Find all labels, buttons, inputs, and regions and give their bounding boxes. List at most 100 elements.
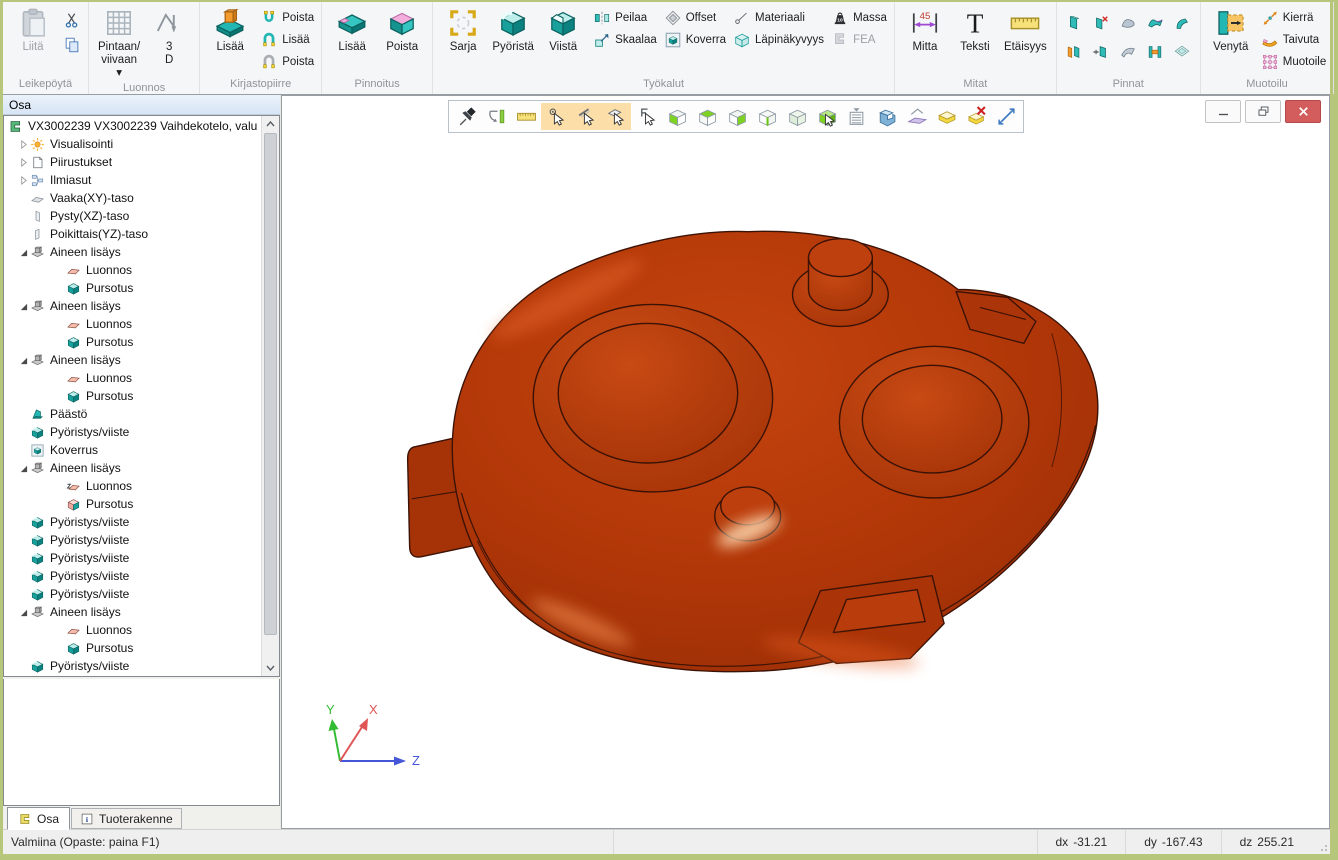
ribbon-surf-dome-button[interactable] (1116, 10, 1141, 37)
tree-item-luonnos[interactable]: Luonnos (4, 477, 262, 495)
tree-item-aineen-lisäys[interactable]: Aineen lisäys (4, 603, 262, 621)
ribbon-materiaali-button[interactable]: Materiaali (731, 8, 826, 27)
viewport-tool-cube-right-button[interactable] (721, 103, 751, 130)
ribbon-surf-move-button[interactable] (1089, 39, 1114, 66)
tree-item-vx3002239-vx3002239-vaihdekotelo-valu[interactable]: VX3002239 VX3002239 Vaihdekotelo, valu (4, 117, 262, 135)
ribbon-surf-elbow-button[interactable] (1170, 10, 1195, 37)
viewport-tool-pin-button[interactable] (451, 103, 481, 130)
tree-item-aineen-lisäys[interactable]: Aineen lisäys (4, 243, 262, 261)
tree-item-luonnos[interactable]: Luonnos (4, 369, 262, 387)
ribbon-poista-button[interactable]: Poista (258, 52, 316, 71)
ribbon-3-d-button[interactable]: 3 D (144, 4, 194, 67)
ribbon-surf-sheet-button[interactable] (1170, 39, 1195, 66)
viewport-tool-tray-delete-button[interactable] (961, 103, 991, 130)
tree-expander-expanded[interactable] (16, 302, 30, 311)
tree-item-luonnos[interactable]: Luonnos (4, 621, 262, 639)
tree-item-pursotus[interactable]: Pursotus (4, 279, 262, 297)
viewport-tool-measure-button[interactable] (511, 103, 541, 130)
tree-item-pyöristys-viiste[interactable]: Pyöristys/viiste (4, 513, 262, 531)
tree-expander-expanded[interactable] (16, 248, 30, 257)
tree-item-visualisointi[interactable]: Visualisointi (4, 135, 262, 153)
ribbon-lisää-button[interactable]: Lisää (327, 4, 377, 54)
tree-item-vaaka-xy-taso[interactable]: Vaaka(XY)-taso (4, 189, 262, 207)
close-button[interactable] (1285, 100, 1321, 123)
ribbon-kierrä-button[interactable]: Kierrä (1259, 8, 1328, 27)
viewport-tool-fit-button[interactable] (991, 103, 1021, 130)
tree-item-pyöristys-viiste[interactable]: Pyöristys/viiste (4, 423, 262, 441)
tree-expander-expanded[interactable] (16, 464, 30, 473)
tree-item-pyöristys-viiste[interactable]: Pyöristys/viiste (4, 657, 262, 675)
tab-tuoterakenne[interactable]: iTuoterakenne (71, 808, 182, 829)
viewport-tool-sel-point-button[interactable] (541, 103, 571, 130)
tree-item-pursotus[interactable]: Pursotus (4, 387, 262, 405)
tree-item-poikittais-yz-taso[interactable]: Poikittais(YZ)-taso (4, 225, 262, 243)
viewport-tool-tray-button[interactable] (931, 103, 961, 130)
viewport-tool-cube-front-button[interactable] (661, 103, 691, 130)
scroll-down-button[interactable] (262, 660, 279, 676)
tree-item-aineen-lisäys[interactable]: Aineen lisäys (4, 351, 262, 369)
ribbon-muotoile-button[interactable]: Muotoile (1259, 52, 1328, 71)
tree-item-piirustukset[interactable]: Piirustukset (4, 153, 262, 171)
tree-item-aineen-lisäys[interactable]: Aineen lisäys (4, 459, 262, 477)
ribbon-venytä-button[interactable]: Venytä (1206, 4, 1256, 54)
ribbon-viistä-button[interactable]: Viistä (538, 4, 588, 54)
tree-item-koverrus[interactable]: Koverrus (4, 441, 262, 459)
tree-expander-expanded[interactable] (16, 608, 30, 617)
ribbon-teksti-button[interactable]: TTeksti (950, 4, 1000, 54)
tree-expander-collapsed[interactable] (16, 158, 30, 167)
tree-item-luonnos[interactable]: Luonnos (4, 315, 262, 333)
ribbon-lisää-button[interactable]: Lisää (258, 30, 316, 49)
resize-grip[interactable] (1312, 830, 1330, 854)
ribbon-pyöristä-button[interactable]: Pyöristä (488, 4, 538, 54)
viewport-3d[interactable]: Z Y X (281, 95, 1330, 829)
ribbon-offset-button[interactable]: Offset (662, 8, 728, 27)
ribbon-surf-two-button[interactable] (1062, 39, 1087, 66)
ribbon-taivuta-button[interactable]: Taivuta (1259, 30, 1328, 49)
ribbon-poista-button[interactable]: Poista (377, 4, 427, 54)
ribbon-fea-button[interactable]: FEA (829, 30, 889, 49)
ribbon-läpinäkyvyys-button[interactable]: Läpinäkyvyys (731, 30, 826, 49)
viewport-tool-orient-button[interactable] (481, 103, 511, 130)
ribbon-surf-wave-button[interactable] (1143, 10, 1168, 37)
tree-item-päästö[interactable]: Päästö (4, 405, 262, 423)
ribbon-surf-pane-x-button[interactable] (1089, 10, 1114, 37)
ribbon-surf-curve-button[interactable] (1116, 39, 1141, 66)
ribbon-copy-button[interactable] (61, 35, 83, 54)
viewport-tool-cube-edge-button[interactable] (751, 103, 781, 130)
viewport-tool-cube-top-button[interactable] (691, 103, 721, 130)
viewport-tool-view-list-button[interactable] (841, 103, 871, 130)
ribbon-pintaan-viivaan-button[interactable]: Pintaan/ viivaan ▾ (94, 4, 144, 81)
minimize-button[interactable] (1205, 100, 1241, 123)
ribbon-lisää-button[interactable]: Lisää (205, 4, 255, 54)
viewport-tool-sel-face-button[interactable] (601, 103, 631, 130)
ribbon-poista-button[interactable]: Poista (258, 8, 316, 27)
tree-item-pyöristys-viiste[interactable]: Pyöristys/viiste (4, 531, 262, 549)
ribbon-surf-clamp-button[interactable] (1143, 39, 1168, 66)
tree-item-pursotus[interactable]: Pursotus (4, 495, 262, 513)
ribbon-peilaa-button[interactable]: Peilaa (591, 8, 659, 27)
ribbon-liitä-button[interactable]: Liitä (8, 4, 58, 54)
viewport-tool-sketch-view-button[interactable] (901, 103, 931, 130)
viewport-tool-sel-feature-button[interactable] (631, 103, 661, 130)
tree-scrollbar[interactable] (261, 116, 279, 676)
tree-item-pysty-xz-taso[interactable]: Pysty(XZ)-taso (4, 207, 262, 225)
tree-expander-collapsed[interactable] (16, 140, 30, 149)
tree-expander-expanded[interactable] (16, 356, 30, 365)
tree-item-pyöristys-viiste[interactable]: Pyöristys/viiste (4, 567, 262, 585)
tree-item-ilmiasut[interactable]: Ilmiasut (4, 171, 262, 189)
ribbon-sarja-button[interactable]: Sarja (438, 4, 488, 54)
ribbon-skaalaa-button[interactable]: Skaalaa (591, 30, 659, 49)
restore-button[interactable] (1245, 100, 1281, 123)
tree-item-pyöristys-viiste[interactable]: Pyöristys/viiste (4, 585, 262, 603)
ribbon-mitta-button[interactable]: 45Mitta (900, 4, 950, 54)
tree-expander-collapsed[interactable] (16, 176, 30, 185)
viewport-tool-cube-solid-button[interactable] (781, 103, 811, 130)
ribbon-cut-button[interactable] (61, 10, 83, 29)
tree-item-luonnos[interactable]: Luonnos (4, 261, 262, 279)
tree-item-pursotus[interactable]: Pursotus (4, 333, 262, 351)
ribbon-surf-pane-button[interactable] (1062, 10, 1087, 37)
tree-item-aineen-lisäys[interactable]: Aineen lisäys (4, 297, 262, 315)
scroll-up-button[interactable] (262, 116, 279, 132)
tree-item-pursotus[interactable]: Pursotus (4, 639, 262, 657)
tab-osa[interactable]: Osa (7, 807, 70, 830)
